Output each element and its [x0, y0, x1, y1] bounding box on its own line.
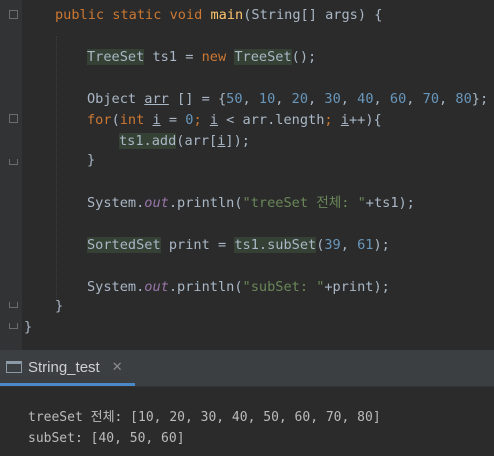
number-literal: 80: [455, 91, 472, 107]
static-field: out: [144, 279, 169, 295]
static-field: out: [144, 195, 169, 211]
code-text: (arr[: [176, 133, 218, 149]
keyword-text: public static void: [55, 7, 211, 23]
fold-end-icon[interactable]: [9, 323, 18, 329]
code-line-2[interactable]: TreeSet ts1 = new TreeSet();: [87, 46, 316, 68]
code-text: ();: [291, 49, 317, 65]
console-output-line: subSet: [40, 50, 60]: [28, 431, 185, 446]
code-line-3[interactable]: Object arr [] = {50, 10, 20, 30, 40, 60,…: [87, 88, 488, 110]
code-text: < arr.length: [218, 112, 325, 128]
method-call: ts1.add: [119, 133, 177, 149]
code-text: (String[] args) {: [243, 7, 383, 23]
close-icon[interactable]: ✕: [112, 360, 123, 375]
number-literal: 30: [324, 91, 341, 107]
console-window-icon: [6, 361, 22, 373]
keyword-text: ;: [193, 112, 210, 128]
code-text: +ts1);: [365, 195, 415, 211]
code-text: .println(: [168, 195, 243, 211]
type-name: SortedSet: [87, 237, 161, 253]
fold-marker-icon[interactable]: [9, 114, 18, 123]
type-name: TreeSet: [234, 49, 292, 65]
type-name: TreeSet: [87, 49, 145, 65]
fold-marker-icon[interactable]: [9, 10, 18, 19]
code-line-9[interactable]: System.out.println("subSet: "+print);: [87, 276, 390, 298]
code-text: ts1 =: [144, 49, 202, 65]
editor-gutter[interactable]: [0, 0, 22, 350]
code-text: ,: [340, 237, 358, 253]
variable-name: arr: [144, 91, 169, 107]
code-text: print =: [160, 237, 235, 253]
code-text: }: [87, 152, 96, 168]
code-text: Object: [87, 91, 145, 107]
code-line-4[interactable]: for(int i = 0; i < arr.length; i++){: [87, 109, 382, 131]
code-text: +print);: [324, 279, 390, 295]
code-text: }: [24, 319, 33, 335]
keyword-text: ;: [324, 112, 341, 128]
keyword-text: int: [119, 112, 145, 128]
keyword-text: new: [201, 49, 235, 65]
code-text: (: [111, 112, 120, 128]
method-name: main: [210, 7, 244, 23]
code-text: [] = {: [168, 91, 227, 107]
variable-name: i: [209, 112, 218, 128]
number-literal: 20: [291, 91, 309, 107]
number-literal: 50: [226, 91, 243, 107]
number-literal: 60: [389, 91, 407, 107]
fold-end-icon[interactable]: [9, 302, 18, 308]
run-panel: String_test ✕ treeSet 전체: [10, 20, 30, 4…: [0, 351, 494, 456]
code-line-6[interactable]: }: [87, 149, 95, 171]
code-line-10[interactable]: }: [55, 295, 63, 317]
variable-name: i: [152, 112, 161, 128]
indent-guide: [56, 36, 57, 300]
code-text: ]);: [225, 133, 250, 149]
number-literal: 40: [357, 91, 374, 107]
code-text: =: [160, 112, 186, 128]
code-text: System.: [87, 195, 145, 211]
console-output-line: treeSet 전체: [10, 20, 30, 40, 50, 60, 70,…: [28, 410, 381, 425]
keyword-text: for: [87, 112, 112, 128]
fold-end-icon[interactable]: [9, 159, 18, 165]
code-text: );: [373, 237, 390, 253]
number-literal: 70: [422, 91, 440, 107]
number-literal: 61: [357, 237, 374, 253]
run-tab[interactable]: String_test ✕: [0, 351, 135, 386]
code-line-11[interactable]: }: [24, 316, 32, 338]
string-literal: "subSet: ": [242, 279, 325, 295]
run-tab-label: String_test: [28, 358, 100, 376]
code-text: ++){: [348, 112, 382, 128]
code-line-8[interactable]: SortedSet print = ts1.subSet(39, 61);: [87, 234, 390, 256]
code-text: .println(: [168, 279, 243, 295]
run-tool-bar: String_test ✕: [0, 351, 494, 387]
code-editor[interactable]: public static void main(String[] args) {…: [0, 0, 494, 350]
code-text: }: [55, 298, 64, 314]
code-line-1[interactable]: public static void main(String[] args) {: [55, 4, 382, 26]
code-line-7[interactable]: System.out.println("treeSet 전체: "+ts1);: [87, 192, 415, 214]
number-literal: 39: [324, 237, 341, 253]
variable-name: i: [340, 112, 349, 128]
code-text: };: [471, 91, 489, 107]
string-literal: "treeSet 전체: ": [242, 195, 366, 211]
code-text: System.: [87, 279, 145, 295]
number-literal: 10: [258, 91, 276, 107]
code-line-5[interactable]: ts1.add(arr[i]);: [119, 130, 250, 152]
method-call: ts1.subSet: [234, 237, 317, 253]
